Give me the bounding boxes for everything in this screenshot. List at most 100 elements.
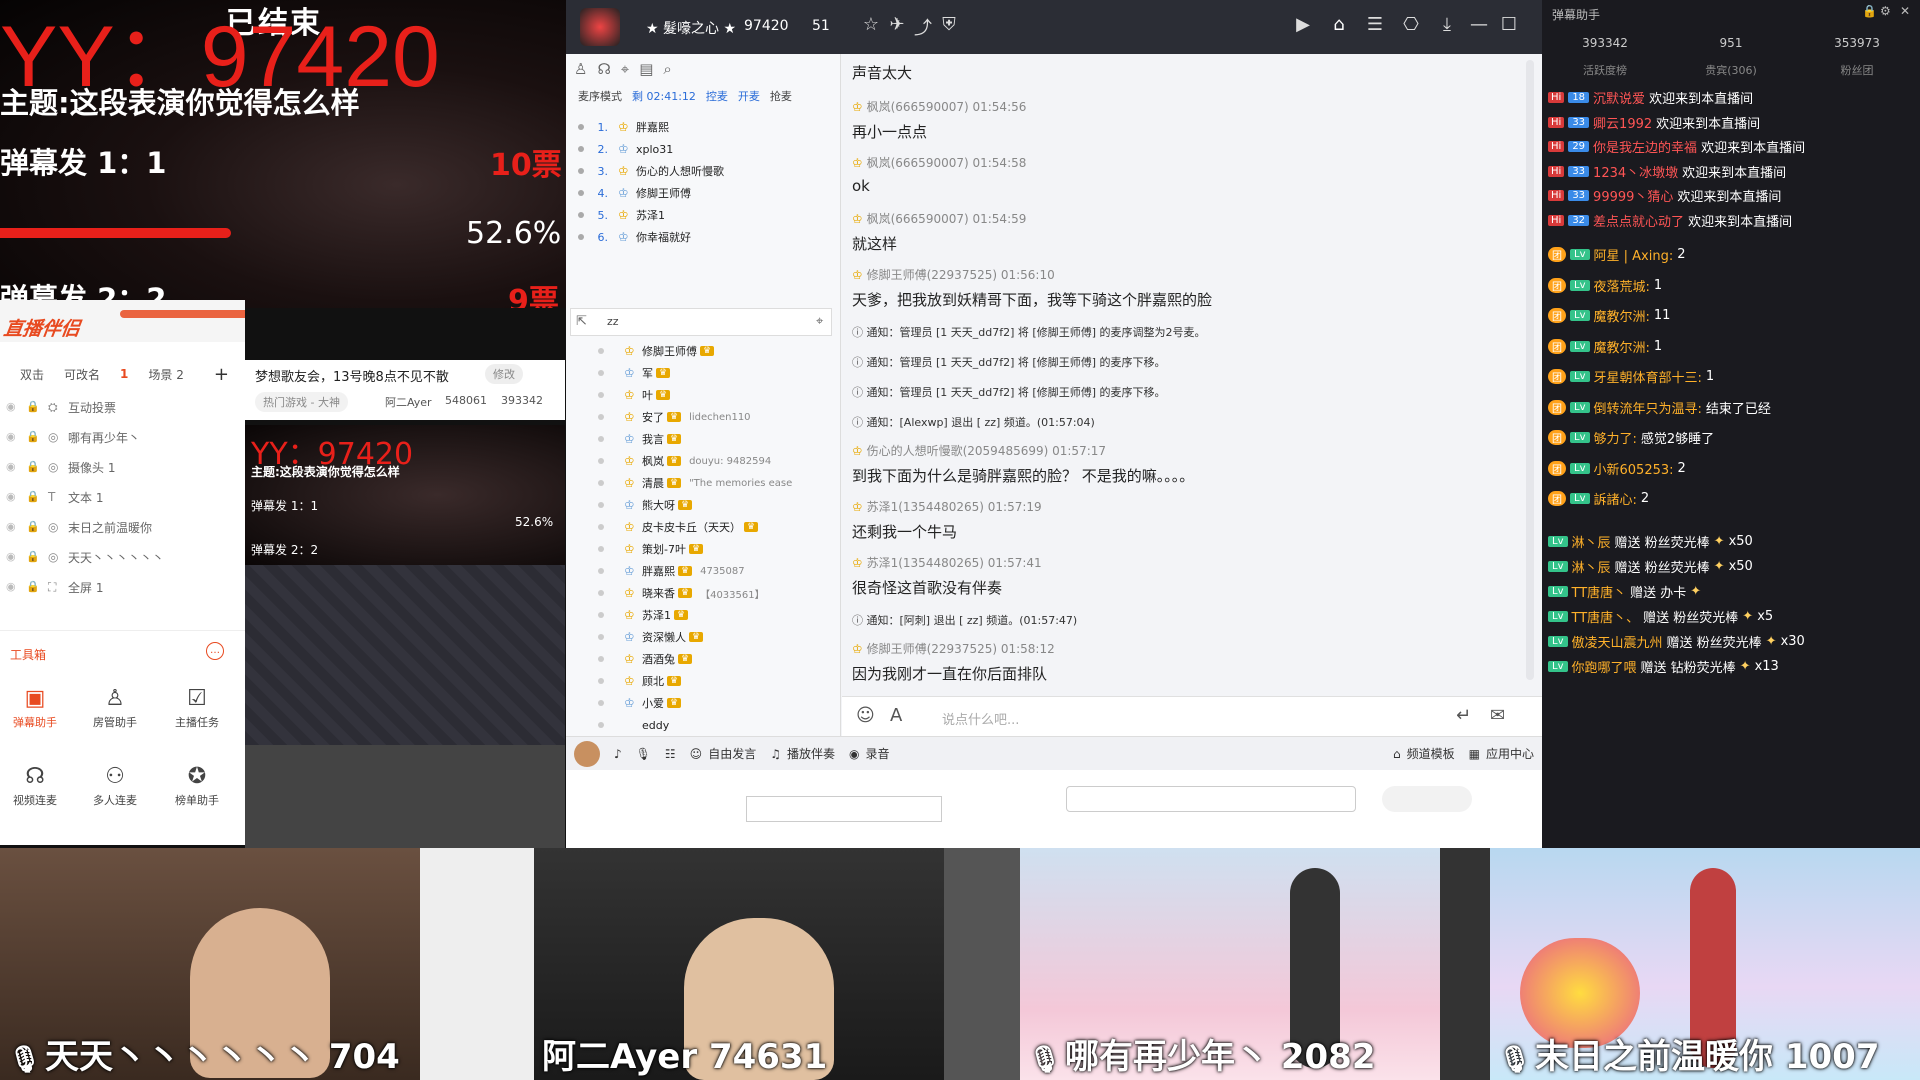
message-input[interactable]: 说点什么吧... xyxy=(942,709,1019,728)
member-item[interactable]: ♔ 酒酒兔 ♛ xyxy=(574,648,836,670)
scene-tab-1[interactable]: 1 xyxy=(120,367,128,381)
member-item[interactable]: ♔ 资深懒人 ♛ xyxy=(574,626,836,648)
shield-icon[interactable]: ⛨ xyxy=(936,14,962,35)
lock-icon[interactable]: 🔒 xyxy=(26,490,40,504)
more-icon[interactable]: … xyxy=(206,642,224,660)
source-item[interactable]: ◉ 🔒 ◎ 哪有再少年丶 xyxy=(0,422,245,452)
member-item[interactable]: ♔ 清晨 ♛ "The memories ease xyxy=(574,472,836,494)
star-icon[interactable]: ☆ xyxy=(858,14,884,35)
microphone-icon[interactable]: 🎙 xyxy=(636,747,651,761)
scene-tab-rename[interactable]: 可改名 xyxy=(64,366,100,383)
avatar[interactable] xyxy=(574,740,600,767)
lock-icon[interactable]: 🔒 xyxy=(26,580,40,594)
source-item[interactable]: ◉ 🔒 T 文本 1 xyxy=(0,482,245,512)
emoji-icon[interactable]: ☺ xyxy=(856,705,875,726)
message-scrollbar[interactable] xyxy=(1526,60,1534,680)
member-item[interactable]: ♔ 晓来香 ♛ 【4033561】 xyxy=(574,582,836,604)
plane-icon[interactable]: ✈ xyxy=(884,14,910,35)
eye-icon[interactable]: ◉ xyxy=(6,430,20,444)
font-icon[interactable]: A xyxy=(890,705,902,726)
play-accompaniment-button[interactable]: ♫ 播放伴奏 xyxy=(770,745,835,762)
location-icon[interactable]: ⌖ xyxy=(816,314,823,329)
member-item[interactable]: ♔ 策划-7叶 ♛ xyxy=(574,538,836,560)
channel-search-input[interactable]: zz xyxy=(570,308,832,336)
tab-activity[interactable]: 活跃度榜 xyxy=(1542,62,1668,86)
eye-icon[interactable]: ◉ xyxy=(6,580,20,594)
mic-mode-select[interactable]: 麦序模式 xyxy=(578,88,622,104)
member-item[interactable]: ♔ 叶 ♛ xyxy=(574,384,836,406)
control-mic-link[interactable]: 控麦 xyxy=(706,88,728,104)
tab-vip[interactable]: 贵宾(306) xyxy=(1668,62,1794,86)
live-category[interactable]: 热门游戏 - 大神 xyxy=(255,392,348,412)
headset-icon[interactable]: ☊ xyxy=(597,60,610,78)
member-item[interactable]: ♔ 军 ♛ xyxy=(574,362,836,384)
open-mic-link[interactable]: 开麦 xyxy=(738,88,760,104)
member-item[interactable]: ♔ 皮卡皮卡丘（天天） ♛ xyxy=(574,516,836,538)
member-item[interactable]: ♔ 熊大呀 ♛ xyxy=(574,494,836,516)
channel-template-button[interactable]: ⌂ 频道模板 xyxy=(1393,745,1455,762)
member-item[interactable]: ♔ 我言 ♛ xyxy=(574,428,836,450)
member-item[interactable]: ♔ 修脚王师傅 ♛ xyxy=(574,340,836,362)
queue-item[interactable]: 2. ♔ xplo31 xyxy=(574,138,836,160)
lock-icon[interactable]: 🔒 xyxy=(26,430,40,444)
scene-tab-2[interactable]: 场景 2 xyxy=(148,366,183,383)
lock-icon[interactable]: 🔒 xyxy=(26,400,40,414)
member-item[interactable]: eddy xyxy=(574,714,836,736)
queue-item[interactable]: 1. ♔ 胖嘉熙 xyxy=(574,116,836,138)
video-link-button[interactable]: ☊ 视频连麦 xyxy=(0,762,70,808)
gear-icon[interactable]: ⚙ xyxy=(1880,4,1891,18)
gamepad-icon[interactable]: ⎔ xyxy=(1398,14,1424,35)
video-icon[interactable]: ▶ xyxy=(1290,14,1316,35)
source-item[interactable]: ◉ 🔒 ⛶ 全屏 1 xyxy=(0,572,245,602)
chat-bubble-icon[interactable]: ✉ xyxy=(1490,705,1505,726)
minimize-to-tray-icon[interactable]: ⤓ xyxy=(1434,14,1460,35)
source-item[interactable]: ◉ 🔒 ◎ 末日之前温暖你 xyxy=(0,512,245,542)
lock-icon[interactable]: 🔒 xyxy=(26,460,40,474)
minimize-icon[interactable]: — xyxy=(1466,14,1492,35)
rank-helper-button[interactable]: ✪ 榜单助手 xyxy=(162,762,232,808)
member-item[interactable]: ♔ 安了 ♛ lidechen110 xyxy=(574,406,836,428)
eye-icon[interactable]: ◉ xyxy=(6,490,20,504)
source-item[interactable]: ◉ 🔒 ⛭ 互动投票 xyxy=(0,392,245,422)
tab-fan-club[interactable]: 粉丝团 xyxy=(1794,62,1920,86)
member-item[interactable]: ♔ 胖嘉熙 ♛ 4735087 xyxy=(574,560,836,582)
record-button[interactable]: ◉ 录音 xyxy=(849,745,890,762)
streamer-task-button[interactable]: ☑ 主播任务 xyxy=(162,684,232,730)
add-scene-button[interactable]: + xyxy=(214,364,229,385)
member-item[interactable]: ♔ 小爱 ♛ xyxy=(574,692,836,714)
equalizer-icon[interactable]: ☷ xyxy=(665,747,676,761)
eye-icon[interactable]: ◉ xyxy=(6,520,20,534)
scene-tab-double-click[interactable]: 双击 xyxy=(20,366,44,383)
lock-icon[interactable]: 🔒 xyxy=(26,520,40,534)
queue-item[interactable]: 3. ♔ 伤心的人想听慢歌 xyxy=(574,160,836,182)
member-item[interactable]: ♔ 顾北 ♛ xyxy=(574,670,836,692)
close-icon[interactable]: ✕ xyxy=(1900,4,1910,18)
queue-item[interactable]: 6. ♔ 你幸福就好 xyxy=(574,226,836,248)
danmu-helper-button[interactable]: ▣ 弹幕助手 xyxy=(0,684,70,730)
search-icon[interactable]: ⌕ xyxy=(663,60,671,78)
speaker-icon[interactable]: ♪ xyxy=(614,747,622,761)
lock-icon[interactable]: 🔒 xyxy=(26,550,40,564)
option-input[interactable] xyxy=(746,796,942,822)
eye-icon[interactable]: ◉ xyxy=(6,550,20,564)
room-admin-button[interactable]: ♙ 房管助手 xyxy=(80,684,150,730)
maximize-icon[interactable]: ☐ xyxy=(1496,14,1522,35)
list-icon[interactable]: ☰ xyxy=(1362,14,1388,35)
multi-link-button[interactable]: ⚇ 多人连麦 xyxy=(80,762,150,808)
eye-icon[interactable]: ◉ xyxy=(6,460,20,474)
search-button[interactable] xyxy=(1382,786,1472,812)
free-speak-button[interactable]: ☺ 自由发言 xyxy=(690,745,757,762)
notes-icon[interactable]: ▤ xyxy=(639,60,653,78)
member-item[interactable]: ♔ 枫岚 ♛ douyu: 9482594 xyxy=(574,450,836,472)
source-item[interactable]: ◉ 🔒 ◎ 天天丶丶丶丶丶丶 xyxy=(0,542,245,572)
back-icon[interactable]: ⇱ xyxy=(576,314,587,329)
queue-item[interactable]: 4. ♔ 修脚王师傅 xyxy=(574,182,836,204)
app-center-button[interactable]: ▦ 应用中心 xyxy=(1469,745,1534,762)
edit-title-button[interactable]: 修改 xyxy=(485,364,523,384)
member-item[interactable]: ♔ 苏泽1 ♛ xyxy=(574,604,836,626)
queue-item[interactable]: 5. ♔ 苏泽1 xyxy=(574,204,836,226)
location-icon[interactable]: ⌖ xyxy=(621,60,629,78)
lock-icon[interactable]: 🔒 xyxy=(1862,4,1877,18)
search-field[interactable] xyxy=(1066,786,1356,812)
send-icon[interactable]: ↵ xyxy=(1456,705,1471,726)
